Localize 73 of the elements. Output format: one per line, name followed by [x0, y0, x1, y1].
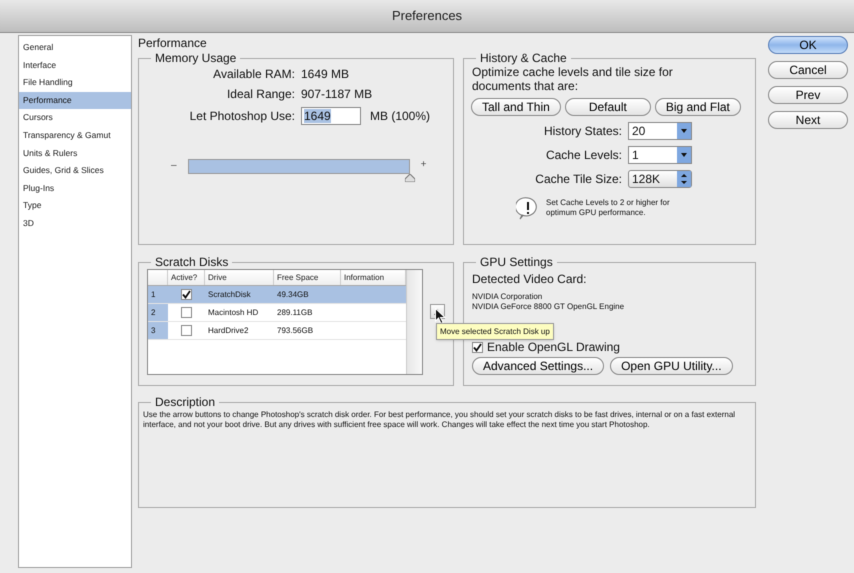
- column-header[interactable]: Drive: [205, 270, 274, 285]
- sidebar-item[interactable]: Guides, Grid & Slices: [19, 162, 131, 180]
- table-row[interactable]: 3 HardDrive2 793.56GB: [148, 322, 406, 340]
- push-button[interactable]: Advanced Settings...: [472, 357, 604, 375]
- row-number: 3: [148, 322, 168, 339]
- input-field[interactable]: 1649: [301, 107, 361, 125]
- intro-text: Optimize cache levels and tile size for documents that are:: [472, 65, 674, 93]
- table-cell-text: 289.11GB: [276, 306, 314, 318]
- sidebar-item[interactable]: Interface: [19, 56, 131, 74]
- push-button[interactable]: OK: [768, 36, 848, 54]
- field-label: Cache Levels:: [544, 148, 622, 162]
- checkbox-label: Enable OpenGL Drawing: [487, 340, 620, 354]
- popup-menu[interactable]: 128K: [628, 170, 692, 188]
- up-down-arrows-icon: [677, 171, 691, 187]
- group-title: Scratch Disks: [154, 255, 230, 269]
- table-cell-text: Macintosh HD: [207, 306, 260, 318]
- video-card-text: NVIDIA GeForce 8800 GT OpenGL Engine: [472, 302, 626, 312]
- group-title: History & Cache: [479, 51, 568, 65]
- mouse-pointer-icon: [435, 308, 446, 324]
- field-label: Ideal Range:: [226, 87, 295, 102]
- field-value: 907-1187 MB: [301, 87, 374, 102]
- combo-box[interactable]: 1: [628, 146, 692, 164]
- maximum-label: +: [420, 159, 426, 171]
- sidebar-item[interactable]: Type: [19, 197, 131, 215]
- table-cell-text: 793.56GB: [276, 324, 314, 336]
- sidebar-item[interactable]: Transparency & Gamut: [19, 126, 131, 145]
- push-button[interactable]: Big and Flat: [654, 98, 741, 116]
- field-value: 1649 MB: [301, 67, 350, 82]
- group-title: Description: [154, 395, 216, 409]
- table-row[interactable]: 1 ScratchDisk 49.34GB: [148, 286, 406, 304]
- minimum-label: –: [171, 160, 177, 172]
- sidebar-item[interactable]: 3D: [19, 214, 131, 233]
- push-button[interactable]: Open GPU Utility...: [610, 357, 733, 375]
- field-label: Cache Tile Size:: [534, 172, 622, 186]
- active-checkbox[interactable]: [181, 325, 192, 336]
- field-label: History States:: [542, 124, 622, 138]
- window-title: Preferences: [392, 7, 462, 26]
- push-button[interactable]: Cancel: [768, 61, 848, 79]
- push-button[interactable]: Next: [768, 111, 848, 129]
- table-cell-text: HardDrive2: [207, 324, 250, 336]
- scroll-bar[interactable]: [406, 270, 422, 374]
- detected-label: Detected Video Card:: [472, 272, 588, 286]
- column-header[interactable]: Active?: [168, 270, 205, 285]
- push-button[interactable]: Default: [564, 98, 651, 116]
- group-title: Memory Usage: [154, 51, 238, 65]
- combo-box[interactable]: 20: [628, 122, 692, 140]
- sidebar-item[interactable]: Plug-Ins: [19, 180, 131, 198]
- sidebar-item[interactable]: Performance: [19, 92, 131, 110]
- row-number: 2: [148, 304, 168, 321]
- slider-thumb[interactable]: [404, 174, 415, 182]
- opengl-checkbox[interactable]: [472, 342, 483, 352]
- page-title: Performance: [138, 36, 208, 50]
- push-button[interactable]: Tall and Thin: [471, 98, 561, 116]
- table-row[interactable]: 2 Macintosh HD 289.11GB: [148, 304, 406, 322]
- table-cell-text: 49.34GB: [276, 288, 310, 300]
- tooltip: Move selected Scratch Disk up: [436, 323, 554, 340]
- push-button[interactable]: Prev: [768, 86, 848, 104]
- column-header[interactable]: Free Space: [274, 270, 341, 285]
- sidebar-item[interactable]: Units & Rulers: [19, 144, 131, 162]
- unit-label: MB (100%): [370, 108, 430, 124]
- active-checkbox[interactable]: [181, 307, 192, 318]
- field-label: Let Photoshop Use:: [188, 108, 295, 124]
- group-title: GPU Settings: [479, 255, 554, 269]
- sidebar-item[interactable]: General: [19, 39, 131, 57]
- sidebar-item[interactable]: File Handling: [19, 74, 131, 92]
- description-text: Use the arrow buttons to change Photoshop's scratch disk order. For best performance, you should set your scratch disks to be fast drives, internal or on a fast external interface, and not your boot drive. But any drives with sufficient free space will work. Changes will take effect the next time you start Photoshop.: [143, 410, 736, 430]
- notice-text: Set Cache Levels to 2 or higher for optimum GPU performance.: [546, 198, 671, 218]
- field-label: Available RAM:: [212, 67, 295, 82]
- warning-icon: [516, 196, 540, 220]
- video-card-text: NVIDIA Corporation: [472, 292, 544, 302]
- sidebar-item[interactable]: Cursors: [19, 109, 131, 127]
- active-checkbox[interactable]: [181, 289, 192, 300]
- table-cell-text: ScratchDisk: [207, 288, 252, 300]
